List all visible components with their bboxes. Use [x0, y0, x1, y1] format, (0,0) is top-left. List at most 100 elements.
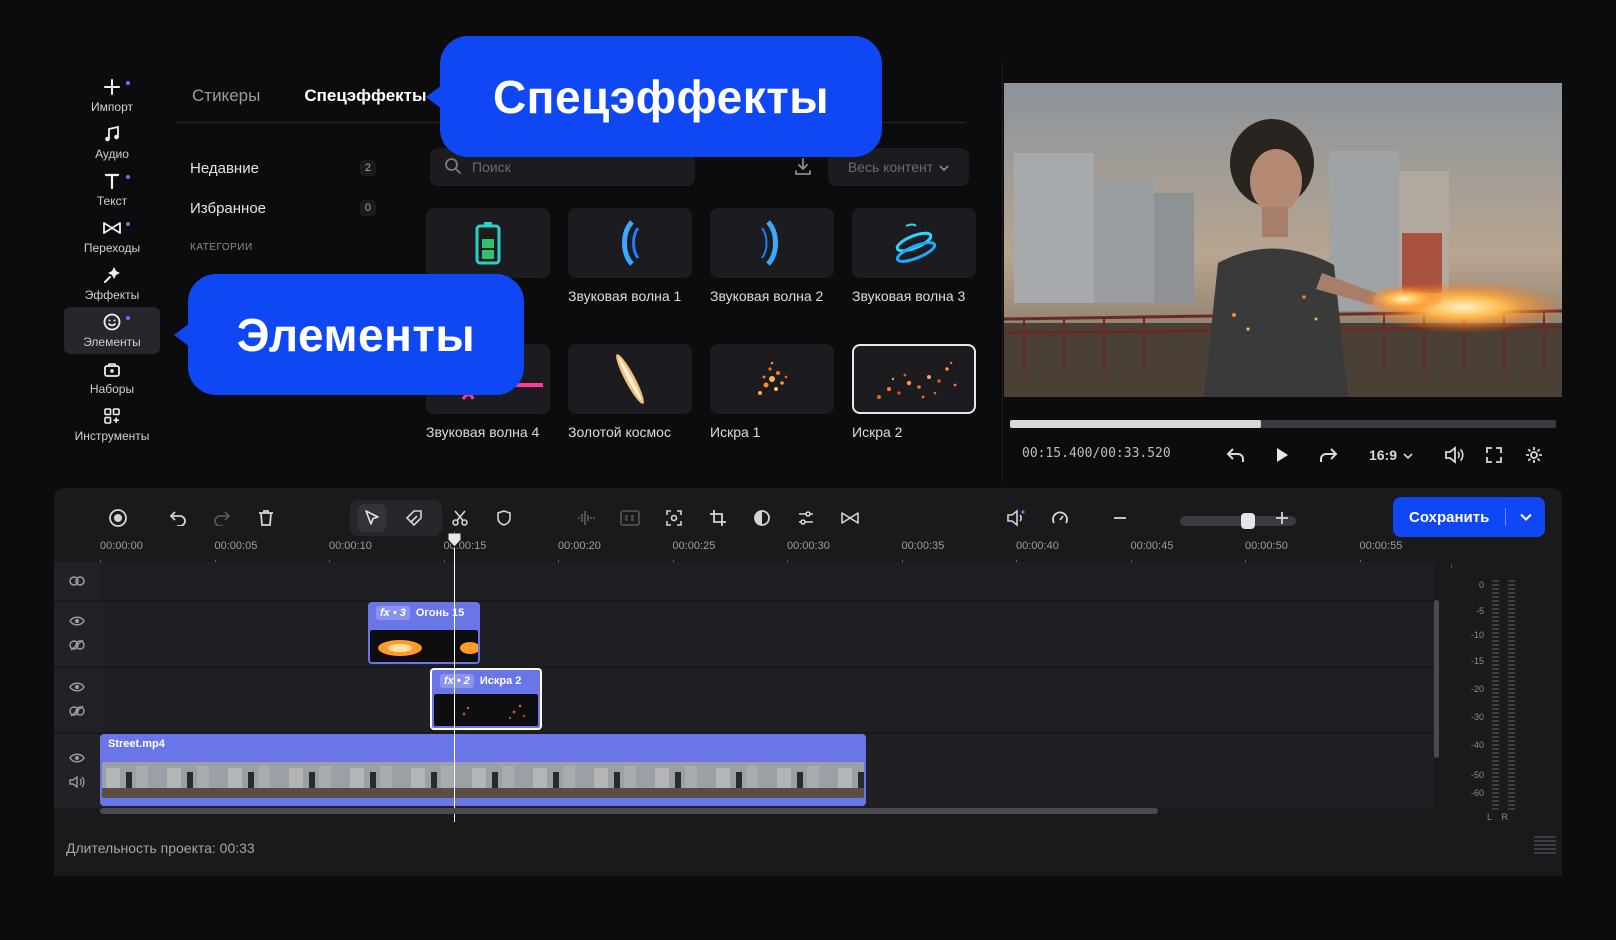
category-recent[interactable]: Недавние 2	[176, 148, 390, 188]
ruler-tick-label: 00:00:25	[672, 540, 716, 552]
tab-special-effects[interactable]: Спецэффекты	[304, 82, 442, 116]
unlink-icon[interactable]	[69, 639, 85, 654]
category-favorites[interactable]: Избранное 0	[176, 188, 390, 228]
library-tabs: Стикеры Спецэффекты	[176, 82, 443, 116]
audio-level-meter: L R 0 -5 -10 -15 -20 -30 -40 -50 -60	[1458, 580, 1558, 822]
select-cursor-icon[interactable]	[358, 504, 386, 532]
sparkle-effects-icon	[102, 265, 122, 285]
effect-card-sound-wave-1[interactable]: Звуковая волна 1	[568, 208, 692, 304]
rewind-icon[interactable]	[1224, 444, 1248, 466]
tag-marker-icon[interactable]	[400, 504, 428, 532]
speed-gauge-icon[interactable]	[1046, 504, 1074, 532]
volume-icon[interactable]	[69, 775, 85, 791]
zoom-out-icon[interactable]	[1106, 504, 1134, 532]
search-placeholder: Поиск	[472, 159, 511, 175]
audio-waveform-icon[interactable]	[572, 504, 600, 532]
clip-label: fx • 3 Огонь 15	[376, 606, 464, 620]
ruler-tick-label: 00:00:40	[1016, 540, 1059, 552]
zoom-in-icon[interactable]	[1268, 504, 1296, 532]
timeline-panel: Сохранить 00:00:00 00:00:05 00:00:10 00:00:…	[54, 488, 1562, 876]
sidebar-item-effects[interactable]: Эффекты	[64, 260, 160, 307]
eye-icon[interactable]	[69, 614, 85, 629]
adjustments-sliders-icon[interactable]	[792, 504, 820, 532]
download-icon[interactable]	[792, 156, 814, 178]
effect-thumbnail[interactable]	[426, 208, 550, 278]
sidebar-item-tools[interactable]: Инструменты	[64, 401, 160, 448]
fx-clip-spark[interactable]: fx • 2 Искра 2	[430, 668, 542, 730]
eye-icon[interactable]	[69, 751, 85, 766]
sidebar-item-audio[interactable]: Аудио	[64, 119, 160, 166]
sidebar-item-label: Элементы	[83, 335, 141, 349]
fullscreen-icon[interactable]	[1482, 444, 1506, 466]
meter-grid-icon[interactable]	[1534, 836, 1556, 854]
effect-thumbnail[interactable]	[710, 344, 834, 414]
sidebar-item-import[interactable]: Импорт	[64, 72, 160, 119]
link-icon[interactable]	[69, 574, 85, 589]
track-lane[interactable]	[100, 668, 1434, 732]
play-icon[interactable]	[1270, 444, 1294, 466]
vertical-scrollbar[interactable]	[1434, 600, 1439, 758]
new-dot	[126, 81, 130, 85]
volume-icon[interactable]	[1442, 444, 1466, 466]
filter-label: Весь контент	[847, 159, 934, 175]
forward-icon[interactable]	[1316, 444, 1340, 466]
sidebar-item-transitions[interactable]: Переходы	[64, 213, 160, 260]
fx-badge: fx • 2	[440, 674, 474, 688]
transition-bowtie-icon[interactable]	[836, 504, 864, 532]
effect-thumbnail[interactable]	[568, 344, 692, 414]
effect-thumbnail[interactable]	[710, 208, 834, 278]
redo-icon[interactable]	[208, 504, 236, 532]
shield-icon[interactable]	[490, 504, 518, 532]
effect-card-golden-cosmos[interactable]: Золотой космос	[568, 344, 692, 440]
meter-db-label: -20	[1470, 684, 1484, 694]
video-clip[interactable]: Street.mp4	[100, 734, 866, 806]
sidebar-item-label: Наборы	[89, 382, 135, 396]
chevron-down-icon	[939, 159, 949, 175]
meter-db-label: -15	[1470, 656, 1484, 666]
sound-wave-icon	[895, 223, 937, 263]
settings-gear-icon[interactable]	[1522, 444, 1546, 466]
tab-stickers[interactable]: Стикеры	[176, 82, 276, 116]
delete-trash-icon[interactable]	[252, 504, 280, 532]
horizontal-scrollbar[interactable]	[100, 808, 1158, 814]
fx-clip-fire[interactable]: fx • 3 Огонь 15	[368, 602, 480, 664]
subtitles-cc-icon[interactable]	[616, 504, 644, 532]
color-contrast-icon[interactable]	[748, 504, 776, 532]
meter-channel-label: R	[1501, 812, 1509, 822]
effect-thumbnail[interactable]	[568, 208, 692, 278]
effect-thumbnail[interactable]	[852, 344, 976, 414]
focus-target-icon[interactable]	[660, 504, 688, 532]
sidebar-item-sets[interactable]: Наборы	[64, 354, 160, 401]
new-dot	[126, 222, 130, 226]
video-preview[interactable]	[1004, 83, 1562, 397]
scissors-cut-icon[interactable]	[446, 504, 474, 532]
aspect-ratio-dropdown[interactable]: 16:9	[1362, 444, 1420, 466]
zoom-slider-handle[interactable]	[1241, 513, 1256, 529]
effect-thumbnail[interactable]	[852, 208, 976, 278]
playback-progress-bar[interactable]	[1010, 420, 1556, 428]
record-icon[interactable]	[104, 504, 132, 532]
meter-channel-label: L	[1486, 812, 1492, 822]
crop-icon[interactable]	[704, 504, 732, 532]
effect-card-spark-1[interactable]: Искра 1	[710, 344, 834, 440]
sidebar-item-elements[interactable]: Элементы	[64, 307, 160, 354]
effect-card-sound-wave-2[interactable]: Звуковая волна 2	[710, 208, 834, 304]
eye-icon[interactable]	[69, 680, 85, 695]
audio-detach-icon[interactable]	[1002, 504, 1030, 532]
effect-card-sound-wave-3[interactable]: Звуковая волна 3	[852, 208, 976, 304]
effect-card-spark-2[interactable]: Искра 2	[852, 344, 976, 440]
ruler-tick-label: 00:00:55	[1359, 540, 1403, 552]
sidebar-item-text[interactable]: Текст	[64, 166, 160, 213]
meter-db-label: -5	[1475, 606, 1484, 616]
chevron-down-icon[interactable]	[1506, 510, 1545, 524]
plus-icon	[102, 77, 122, 97]
link-track-head	[54, 562, 100, 600]
save-button[interactable]: Сохранить	[1393, 497, 1545, 537]
track-lane[interactable]	[100, 562, 1434, 600]
playhead[interactable]	[447, 532, 462, 822]
undo-icon[interactable]	[164, 504, 192, 532]
playhead-handle-icon[interactable]	[447, 532, 462, 548]
track-lane[interactable]	[100, 602, 1434, 666]
save-button-label: Сохранить	[1409, 508, 1490, 526]
unlink-icon[interactable]	[69, 705, 85, 720]
